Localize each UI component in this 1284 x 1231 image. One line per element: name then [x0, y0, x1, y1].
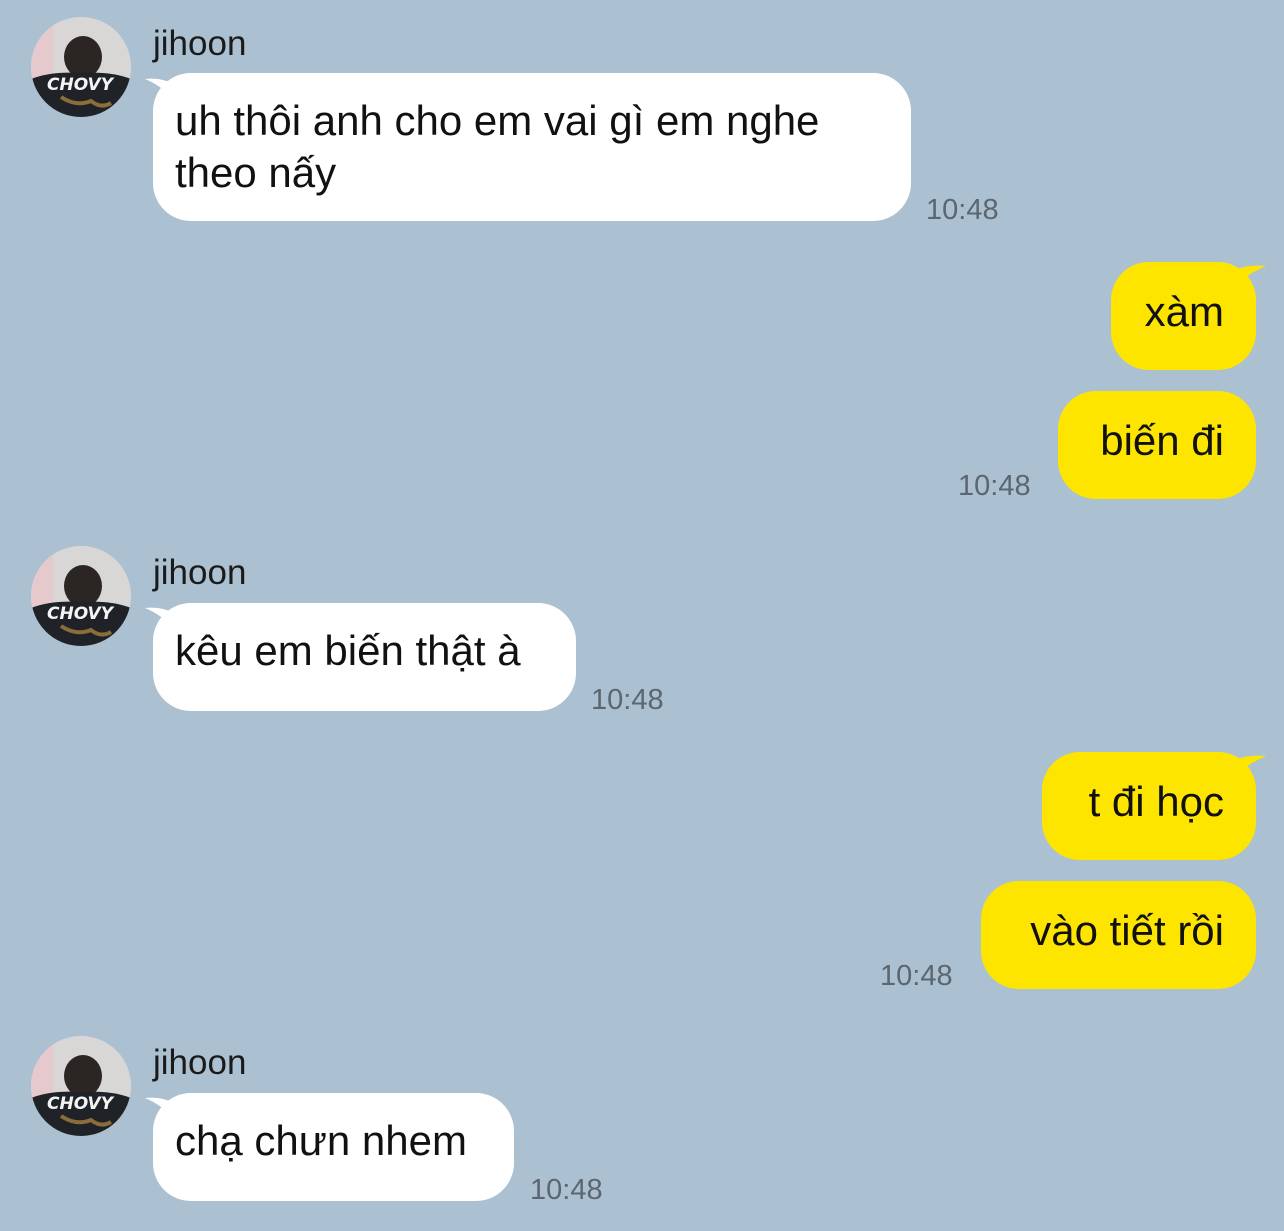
message-text: vào tiết rồi [1030, 907, 1224, 954]
svg-text:CHOVY: CHOVY [47, 1094, 115, 1114]
outgoing-message-bubble[interactable]: biến đi [1058, 391, 1256, 499]
sender-avatar[interactable]: CHOVY [31, 17, 131, 117]
message-time: 10:48 [591, 684, 664, 716]
sender-name: jihoon [153, 1043, 247, 1082]
sender-avatar[interactable]: CHOVY [31, 1036, 131, 1136]
svg-text:CHOVY: CHOVY [47, 75, 115, 95]
sender-name: jihoon [153, 24, 247, 63]
avatar-image: CHOVY [31, 546, 131, 646]
incoming-message-bubble[interactable]: chạ chưn nhem [153, 1093, 514, 1201]
outgoing-message-bubble[interactable]: t đi học [1042, 752, 1256, 860]
message-text: biến đi [1100, 417, 1224, 464]
message-text: t đi học [1088, 778, 1224, 825]
incoming-message-bubble[interactable]: kêu em biến thật à [153, 603, 576, 711]
message-text-line: uh thôi anh cho em vai gì em nghe [175, 97, 820, 144]
message-time: 10:48 [880, 960, 953, 992]
outgoing-message-bubble[interactable]: xàm [1111, 262, 1256, 370]
svg-text:CHOVY: CHOVY [47, 604, 115, 624]
message-text-line: theo nấy [175, 149, 337, 196]
avatar-image: CHOVY [31, 1036, 131, 1136]
message-text: xàm [1144, 288, 1224, 335]
incoming-message-bubble[interactable]: uh thôi anh cho em vai gì em nghe theo n… [153, 73, 911, 221]
sender-name: jihoon [153, 553, 247, 592]
message-text: kêu em biến thật à [175, 627, 521, 674]
sender-avatar[interactable]: CHOVY [31, 546, 131, 646]
message-time: 10:48 [530, 1174, 603, 1206]
avatar-image: CHOVY [31, 17, 131, 117]
outgoing-message-bubble[interactable]: vào tiết rồi [981, 881, 1256, 989]
message-time: 10:48 [926, 194, 999, 226]
message-time: 10:48 [958, 470, 1031, 502]
message-text: chạ chưn nhem [175, 1117, 467, 1164]
